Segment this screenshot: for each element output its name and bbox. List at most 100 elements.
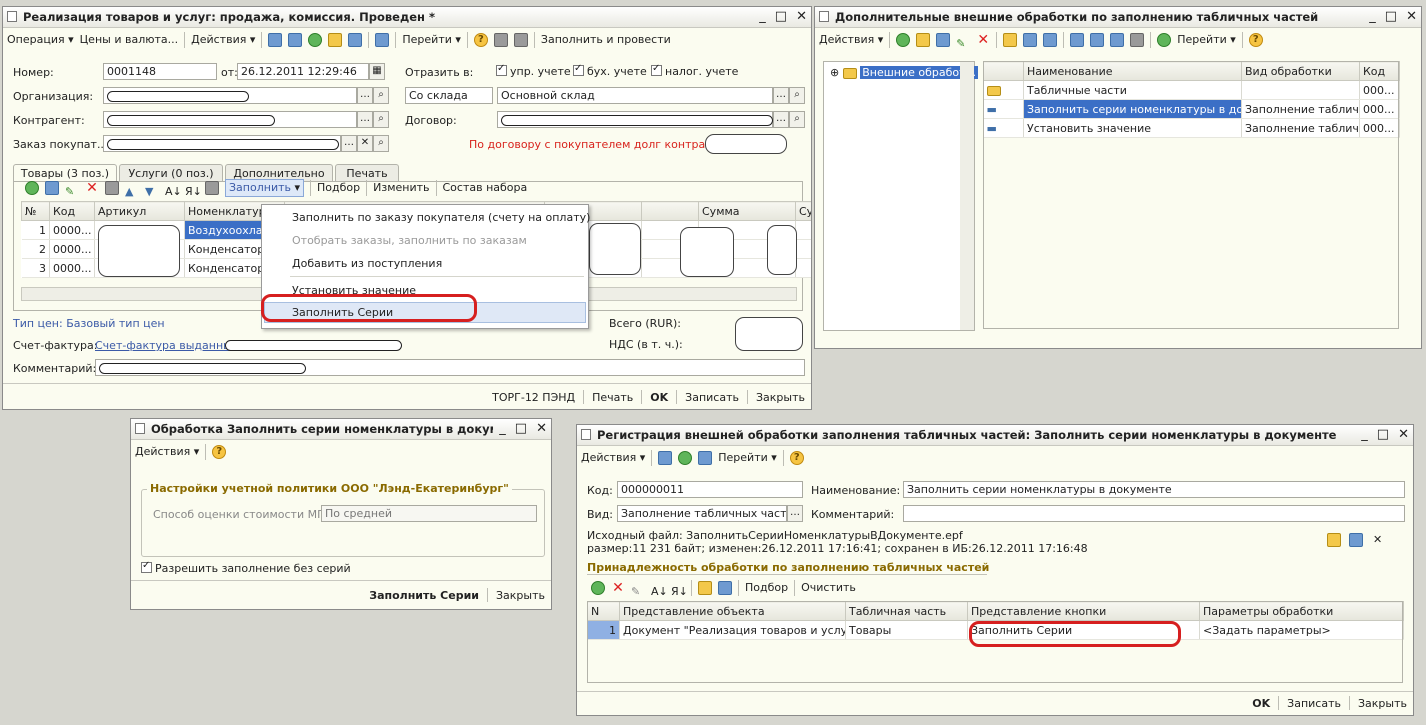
select-button[interactable]: Подбор xyxy=(317,177,360,199)
date-field[interactable]: 26.12.2011 12:29:46 xyxy=(237,63,369,80)
comment-field[interactable] xyxy=(903,505,1405,522)
nal-checkbox[interactable]: налог. учете xyxy=(651,63,738,78)
refresh-icon[interactable] xyxy=(1157,33,1172,47)
up-level-icon[interactable] xyxy=(1043,33,1058,47)
col-params[interactable]: Параметры обработки xyxy=(1199,601,1404,621)
actions-menu[interactable]: Действия ▾ xyxy=(191,29,255,51)
open-file-icon[interactable] xyxy=(1327,533,1341,547)
close-icon[interactable]: ✕ xyxy=(1406,7,1417,27)
operation-menu[interactable]: Операция ▾ xyxy=(7,29,74,51)
clear-icon[interactable]: ✕ xyxy=(357,135,373,152)
ok-button[interactable]: OK xyxy=(650,391,668,404)
help-icon[interactable]: ? xyxy=(473,33,488,47)
calendar-icon[interactable]: ▦ xyxy=(369,63,385,80)
close-button[interactable]: Закрыть xyxy=(496,589,545,602)
copy-icon[interactable] xyxy=(936,33,951,47)
move-to-group-icon[interactable] xyxy=(1023,33,1038,47)
move-down-icon[interactable]: ▼ xyxy=(145,181,159,198)
close-icon[interactable]: ✕ xyxy=(796,7,807,27)
close-button[interactable]: Закрыть xyxy=(756,391,805,404)
sort-desc-icon[interactable]: Я↓ xyxy=(185,181,202,198)
actions-menu[interactable]: Действия ▾ xyxy=(819,29,883,51)
debt-note[interactable]: По договору с покупателем долг контраген… xyxy=(469,138,738,151)
allow-checkbox[interactable]: Разрешить заполнение без серий xyxy=(141,560,351,575)
search-icon[interactable]: ⌕ xyxy=(373,135,389,152)
select-button[interactable]: … xyxy=(787,505,803,522)
delete-icon[interactable]: ✕ xyxy=(611,581,625,595)
menu-item-add-from-receipt[interactable]: Добавить из поступления xyxy=(292,257,442,270)
col-table-part[interactable]: Табличная часть xyxy=(845,601,968,621)
fill-post-button[interactable]: Заполнить и провести xyxy=(541,29,671,51)
warehouse-field[interactable]: Основной склад xyxy=(497,87,773,104)
torg-button[interactable]: ТОРГ-12 ПЭНД xyxy=(492,391,575,404)
save-file-icon[interactable] xyxy=(1349,533,1363,547)
clear-button[interactable]: Очистить xyxy=(801,577,856,599)
table-row[interactable]: ▬ Установить значение Заполнение таблич..… xyxy=(983,118,1400,138)
add-icon[interactable] xyxy=(896,33,911,47)
edit-icon[interactable]: ✎ xyxy=(65,181,79,198)
copy-icon[interactable] xyxy=(45,181,59,195)
filter-off-icon[interactable] xyxy=(1130,33,1145,47)
select-button[interactable]: Подбор xyxy=(745,577,788,599)
buh-checkbox[interactable]: бух. учете xyxy=(573,63,647,78)
minimize-icon[interactable]: _ xyxy=(499,419,506,439)
goto-menu[interactable]: Перейти ▾ xyxy=(402,29,461,51)
sort-desc-icon[interactable]: Я↓ xyxy=(671,581,688,598)
invoice-link[interactable]: Счет-фактура выданный xyxy=(95,339,239,352)
open-icon[interactable] xyxy=(698,581,712,595)
search-icon[interactable]: ⌕ xyxy=(373,87,389,104)
col-name[interactable]: Наименование xyxy=(1023,61,1242,81)
maximize-icon[interactable]: □ xyxy=(1385,7,1397,27)
minimize-icon[interactable]: _ xyxy=(1369,7,1376,27)
minimize-icon[interactable]: _ xyxy=(759,7,766,27)
save-close-icon[interactable] xyxy=(658,451,673,465)
refresh-icon[interactable] xyxy=(678,451,693,465)
copy-icon[interactable] xyxy=(698,451,713,465)
col-num[interactable]: № xyxy=(21,201,50,221)
table-row[interactable]: ▬ Заполнить серии номенклатуры в доку...… xyxy=(983,99,1400,119)
filter-value-icon[interactable] xyxy=(1090,33,1105,47)
delete-icon[interactable]: ✕ xyxy=(976,33,990,47)
help-icon[interactable]: ? xyxy=(1248,33,1263,47)
price-type-link[interactable]: Тип цен: Базовый тип цен xyxy=(13,317,165,330)
structure-icon[interactable] xyxy=(328,33,343,47)
fill-menu[interactable]: Заполнить ▾ xyxy=(225,179,305,197)
kind-field[interactable]: Заполнение табличных частей xyxy=(617,505,787,522)
close-button[interactable]: Закрыть xyxy=(1358,697,1407,710)
method-field[interactable]: По средней xyxy=(321,505,537,522)
clear-icon[interactable]: ✕ xyxy=(1373,533,1382,546)
close-icon[interactable]: ✕ xyxy=(536,419,547,439)
goto-menu[interactable]: Перейти ▾ xyxy=(1177,29,1236,51)
add-icon[interactable] xyxy=(25,181,39,195)
col-kind[interactable]: Вид обработки xyxy=(1241,61,1360,81)
delete-icon[interactable]: ✕ xyxy=(85,181,99,195)
maximize-icon[interactable]: □ xyxy=(1377,425,1389,445)
prices-button[interactable]: Цены и валюта... xyxy=(80,29,178,51)
print-icon[interactable] xyxy=(348,33,363,47)
refresh-icon[interactable] xyxy=(308,33,323,47)
filter-icon[interactable] xyxy=(1070,33,1085,47)
post-icon[interactable] xyxy=(268,33,283,47)
hierarchy-icon[interactable] xyxy=(1003,33,1018,47)
list-icon[interactable] xyxy=(493,33,508,47)
number-field[interactable]: 0001148 xyxy=(103,63,217,80)
select-button[interactable]: … xyxy=(773,87,789,104)
close-icon[interactable]: ✕ xyxy=(1398,425,1409,445)
search-icon[interactable]: ⌕ xyxy=(789,87,805,104)
table-row[interactable]: Табличные части 000... xyxy=(983,80,1400,100)
help-icon[interactable]: ? xyxy=(789,451,804,465)
print-button[interactable]: Печать xyxy=(592,391,633,404)
col-n[interactable]: N xyxy=(587,601,620,621)
sort-asc-icon[interactable]: A↓ xyxy=(651,581,668,598)
expand-icon[interactable]: ⊕ xyxy=(830,66,839,79)
warehouse-mode-field[interactable]: Со склада xyxy=(405,87,493,104)
col-object[interactable]: Представление объекта xyxy=(619,601,846,621)
move-up-icon[interactable]: ▲ xyxy=(125,181,139,198)
barcode-icon[interactable] xyxy=(205,181,219,195)
change-button[interactable]: Изменить xyxy=(373,177,429,199)
based-on-icon[interactable] xyxy=(375,33,390,47)
col-button[interactable]: Представление кнопки xyxy=(967,601,1200,621)
maximize-icon[interactable]: □ xyxy=(515,419,527,439)
col-sum-vat[interactable]: Сумма НД xyxy=(795,201,811,221)
edit-icon[interactable]: ✎ xyxy=(956,33,970,50)
